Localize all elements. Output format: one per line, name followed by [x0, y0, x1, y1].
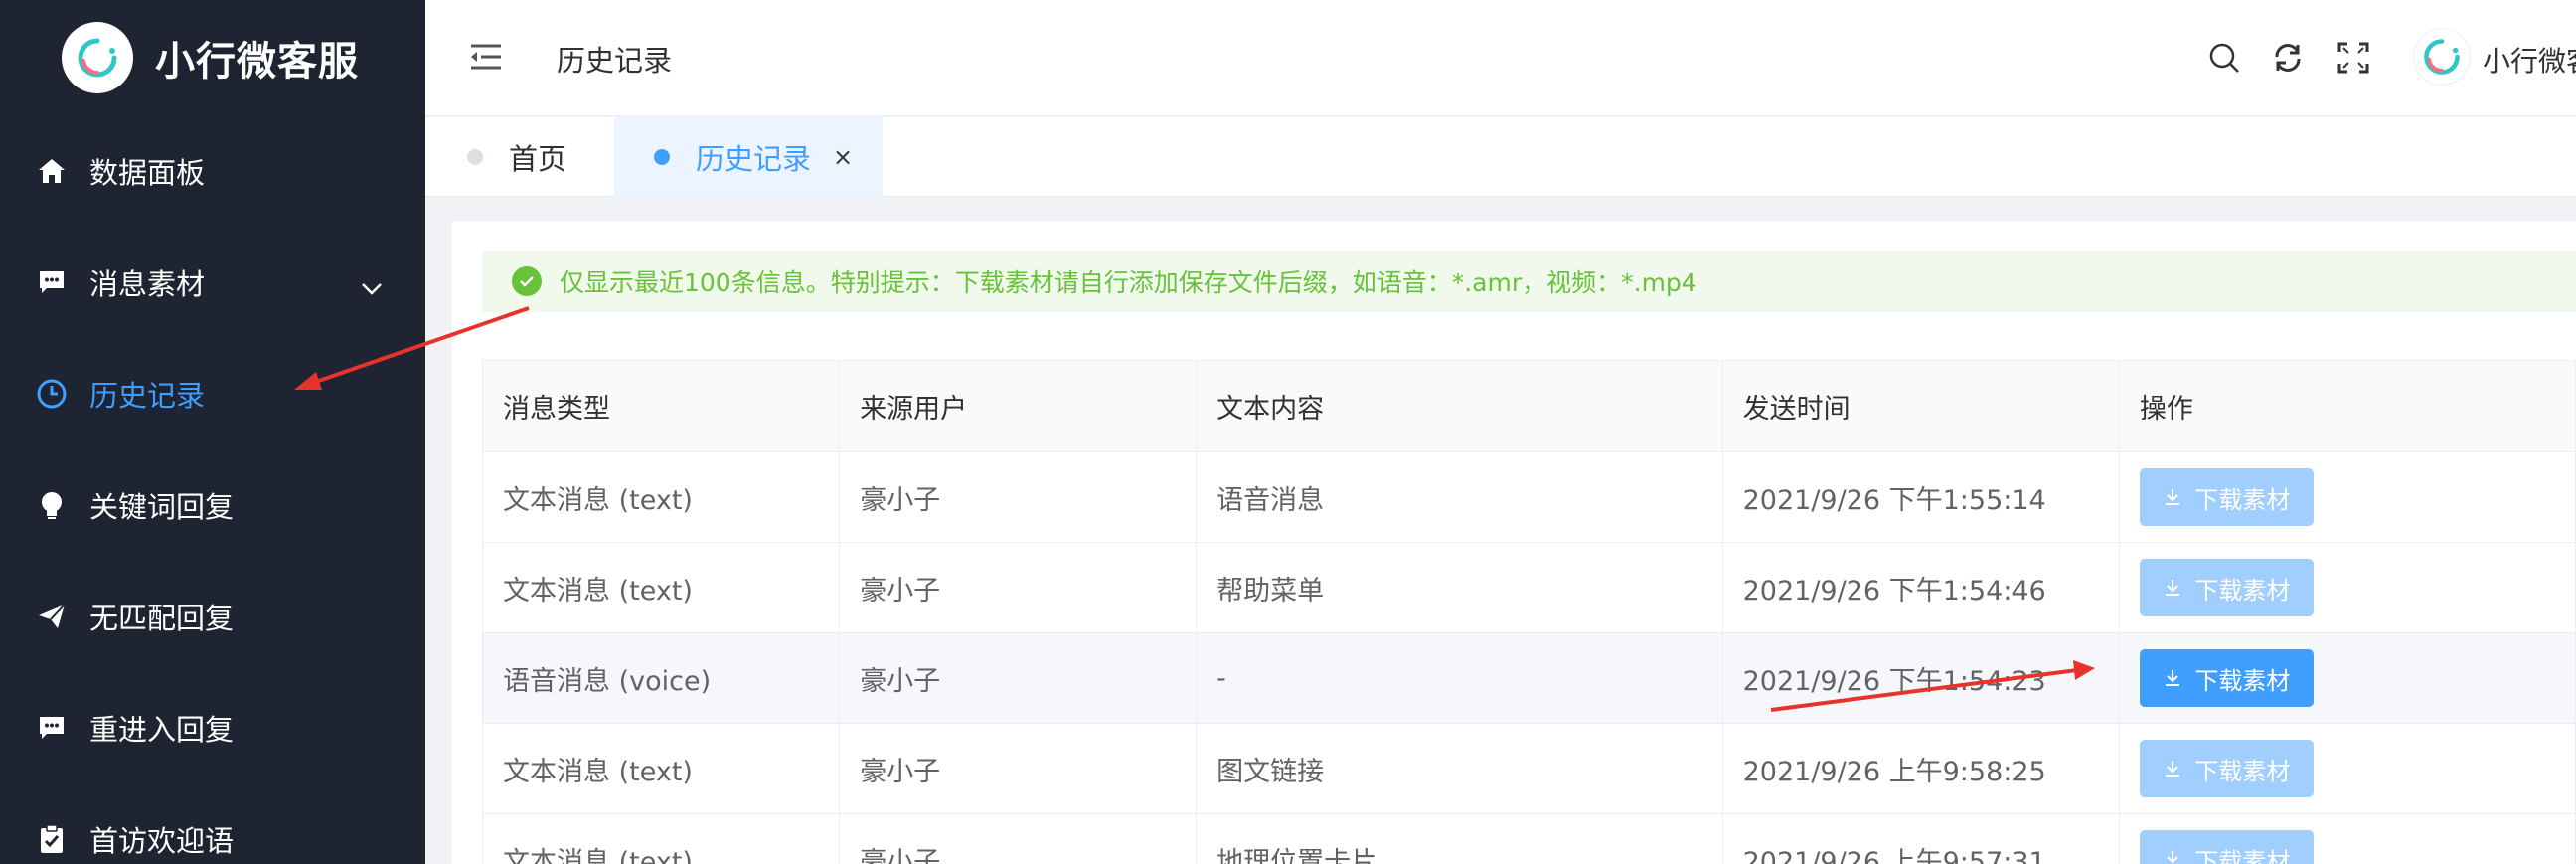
download-icon	[2166, 489, 2180, 505]
sidebar-item-reenter-reply[interactable]: 重进入回复	[0, 672, 425, 783]
table-row: 文本消息 (text) 豪小子 语音消息 2021/9/26 下午1:55:14…	[481, 451, 2576, 543]
cell-user: 豪小子	[839, 632, 1198, 724]
history-table: 消息类型 来源用户 文本内容 发送时间 操作 文本消息 (text) 豪小子 语…	[481, 360, 2576, 864]
send-icon	[36, 601, 68, 632]
close-icon[interactable]: ×	[833, 143, 853, 171]
cell-type: 文本消息 (text)	[481, 451, 841, 543]
sidebar-menu: 数据面板 消息素材 历史记录 关键词回复 无匹配回复 重进入回复 首访欢迎语	[0, 115, 425, 864]
column-header: 消息类型	[481, 360, 841, 452]
check-circle-icon	[512, 266, 542, 296]
download-icon	[2166, 761, 2180, 777]
cell-user: 豪小子	[839, 813, 1198, 864]
column-header: 文本内容	[1196, 360, 1723, 452]
download-button[interactable]: 下载素材	[2139, 559, 2314, 616]
cell-action: 下载素材	[2118, 542, 2576, 633]
logo-icon	[62, 22, 133, 93]
cell-content: 帮助菜单	[1196, 542, 1723, 633]
cell-user: 豪小子	[839, 723, 1198, 814]
bulb-icon	[36, 489, 68, 521]
avatar[interactable]	[2413, 28, 2471, 86]
table-header-row: 消息类型 来源用户 文本内容 发送时间 操作	[481, 360, 2576, 452]
cell-time: 2021/9/26 上午9:58:25	[1721, 723, 2120, 814]
cell-content: 地理位置卡片	[1196, 813, 1723, 864]
app-name: 小行微客服	[155, 39, 359, 85]
sidebar-item-dashboard[interactable]: 数据面板	[0, 115, 425, 227]
sidebar-item-label: 首访欢迎语	[89, 824, 235, 858]
tab-home[interactable]: 首页	[467, 117, 596, 197]
sidebar-item-label: 关键词回复	[89, 490, 235, 524]
download-button[interactable]: 下载素材	[2139, 649, 2314, 707]
sidebar-item-no-match-reply[interactable]: 无匹配回复	[0, 561, 425, 672]
alert-text: 仅显示最近100条信息。特别提示：下载素材请自行添加保存文件后缀，如语音：*.a…	[560, 268, 1697, 297]
download-label: 下载素材	[2194, 485, 2291, 514]
cell-time: 2021/9/26 下午1:55:14	[1721, 451, 2120, 543]
main-card: 仅显示最近100条信息。特别提示：下载素材请自行添加保存文件后缀，如语音：*.a…	[452, 221, 2576, 864]
cell-type: 文本消息 (text)	[481, 813, 841, 864]
column-header: 发送时间	[1721, 360, 2120, 452]
sidebar-item-message-material[interactable]: 消息素材	[0, 227, 425, 338]
tab-bar: 首页 历史记录 ×	[425, 117, 2576, 197]
cell-action: 下载素材	[2118, 813, 2576, 864]
download-icon	[2166, 670, 2180, 686]
cell-type: 文本消息 (text)	[481, 723, 841, 814]
download-button[interactable]: 下载素材	[2139, 830, 2314, 864]
breadcrumb: 历史记录	[557, 44, 673, 78]
download-button[interactable]: 下载素材	[2139, 740, 2314, 797]
tab-label: 首页	[509, 142, 567, 176]
table-row: 文本消息 (text) 豪小子 地理位置卡片 2021/9/26 上午9:57:…	[481, 813, 2576, 864]
cell-content: 语音消息	[1196, 451, 1723, 543]
clock-icon	[36, 378, 68, 410]
sidebar-item-label: 数据面板	[89, 156, 206, 190]
cell-type: 语音消息 (voice)	[481, 632, 841, 724]
refresh-icon[interactable]	[2270, 40, 2306, 76]
sidebar-item-label: 消息素材	[89, 267, 206, 301]
table-row: 文本消息 (text) 豪小子 图文链接 2021/9/26 上午9:58:25…	[481, 723, 2576, 814]
cell-user: 豪小子	[839, 451, 1198, 543]
info-alert: 仅显示最近100条信息。特别提示：下载素材请自行添加保存文件后缀，如语音：*.a…	[482, 251, 2576, 312]
sidebar-item-label: 无匹配回复	[89, 602, 235, 635]
column-header: 操作	[2118, 360, 2576, 452]
logo[interactable]: 小行微客服	[0, 0, 425, 115]
sidebar-item-history[interactable]: 历史记录	[0, 338, 425, 449]
tab-dot	[467, 149, 483, 165]
fullscreen-icon[interactable]	[2335, 40, 2371, 76]
download-label: 下载素材	[2194, 576, 2291, 605]
download-label: 下载素材	[2194, 847, 2291, 864]
menu-fold-icon[interactable]	[469, 42, 503, 77]
message-icon	[36, 712, 68, 744]
sidebar-item-keyword-reply[interactable]: 关键词回复	[0, 449, 425, 561]
home-icon	[36, 155, 68, 187]
tab-label: 历史记录	[696, 142, 812, 176]
chevron-down-icon	[360, 270, 384, 304]
column-header: 来源用户	[839, 360, 1198, 452]
download-button[interactable]: 下载素材	[2139, 468, 2314, 526]
tab-history[interactable]: 历史记录 ×	[614, 117, 883, 197]
search-icon[interactable]	[2206, 40, 2242, 76]
download-icon	[2167, 851, 2179, 864]
cell-action: 下载素材	[2118, 632, 2576, 724]
cell-action: 下载素材	[2118, 723, 2576, 814]
user-name[interactable]: 小行微客服	[2483, 40, 2576, 80]
cell-action: 下载素材	[2118, 451, 2576, 543]
sidebar-item-label: 历史记录	[89, 379, 206, 413]
sidebar-item-first-visit-greeting[interactable]: 首访欢迎语	[0, 783, 425, 864]
cell-content: 图文链接	[1196, 723, 1723, 814]
table-row: 文本消息 (text) 豪小子 帮助菜单 2021/9/26 下午1:54:46…	[481, 542, 2576, 633]
table-row: 语音消息 (voice) 豪小子 - 2021/9/26 下午1:54:23 下…	[481, 632, 2576, 724]
cell-user: 豪小子	[839, 542, 1198, 633]
sidebar-item-label: 重进入回复	[89, 713, 235, 747]
message-icon	[36, 266, 68, 298]
cell-time: 2021/9/26 下午1:54:46	[1721, 542, 2120, 633]
sidebar: 小行微客服 数据面板 消息素材 历史记录 关键词回复 无匹配回复 重进入回复 首…	[0, 0, 425, 864]
cell-type: 文本消息 (text)	[481, 542, 841, 633]
top-header: 历史记录 小行微客服	[425, 0, 2576, 116]
tab-dot	[654, 149, 670, 165]
cell-time: 2021/9/26 下午1:54:23	[1721, 632, 2120, 724]
cell-content: -	[1196, 632, 1723, 724]
clipboard-check-icon	[36, 823, 68, 855]
cell-time: 2021/9/26 上午9:57:31	[1721, 813, 2120, 864]
download-icon	[2166, 580, 2180, 596]
download-label: 下载素材	[2194, 666, 2291, 695]
download-label: 下载素材	[2194, 757, 2291, 785]
